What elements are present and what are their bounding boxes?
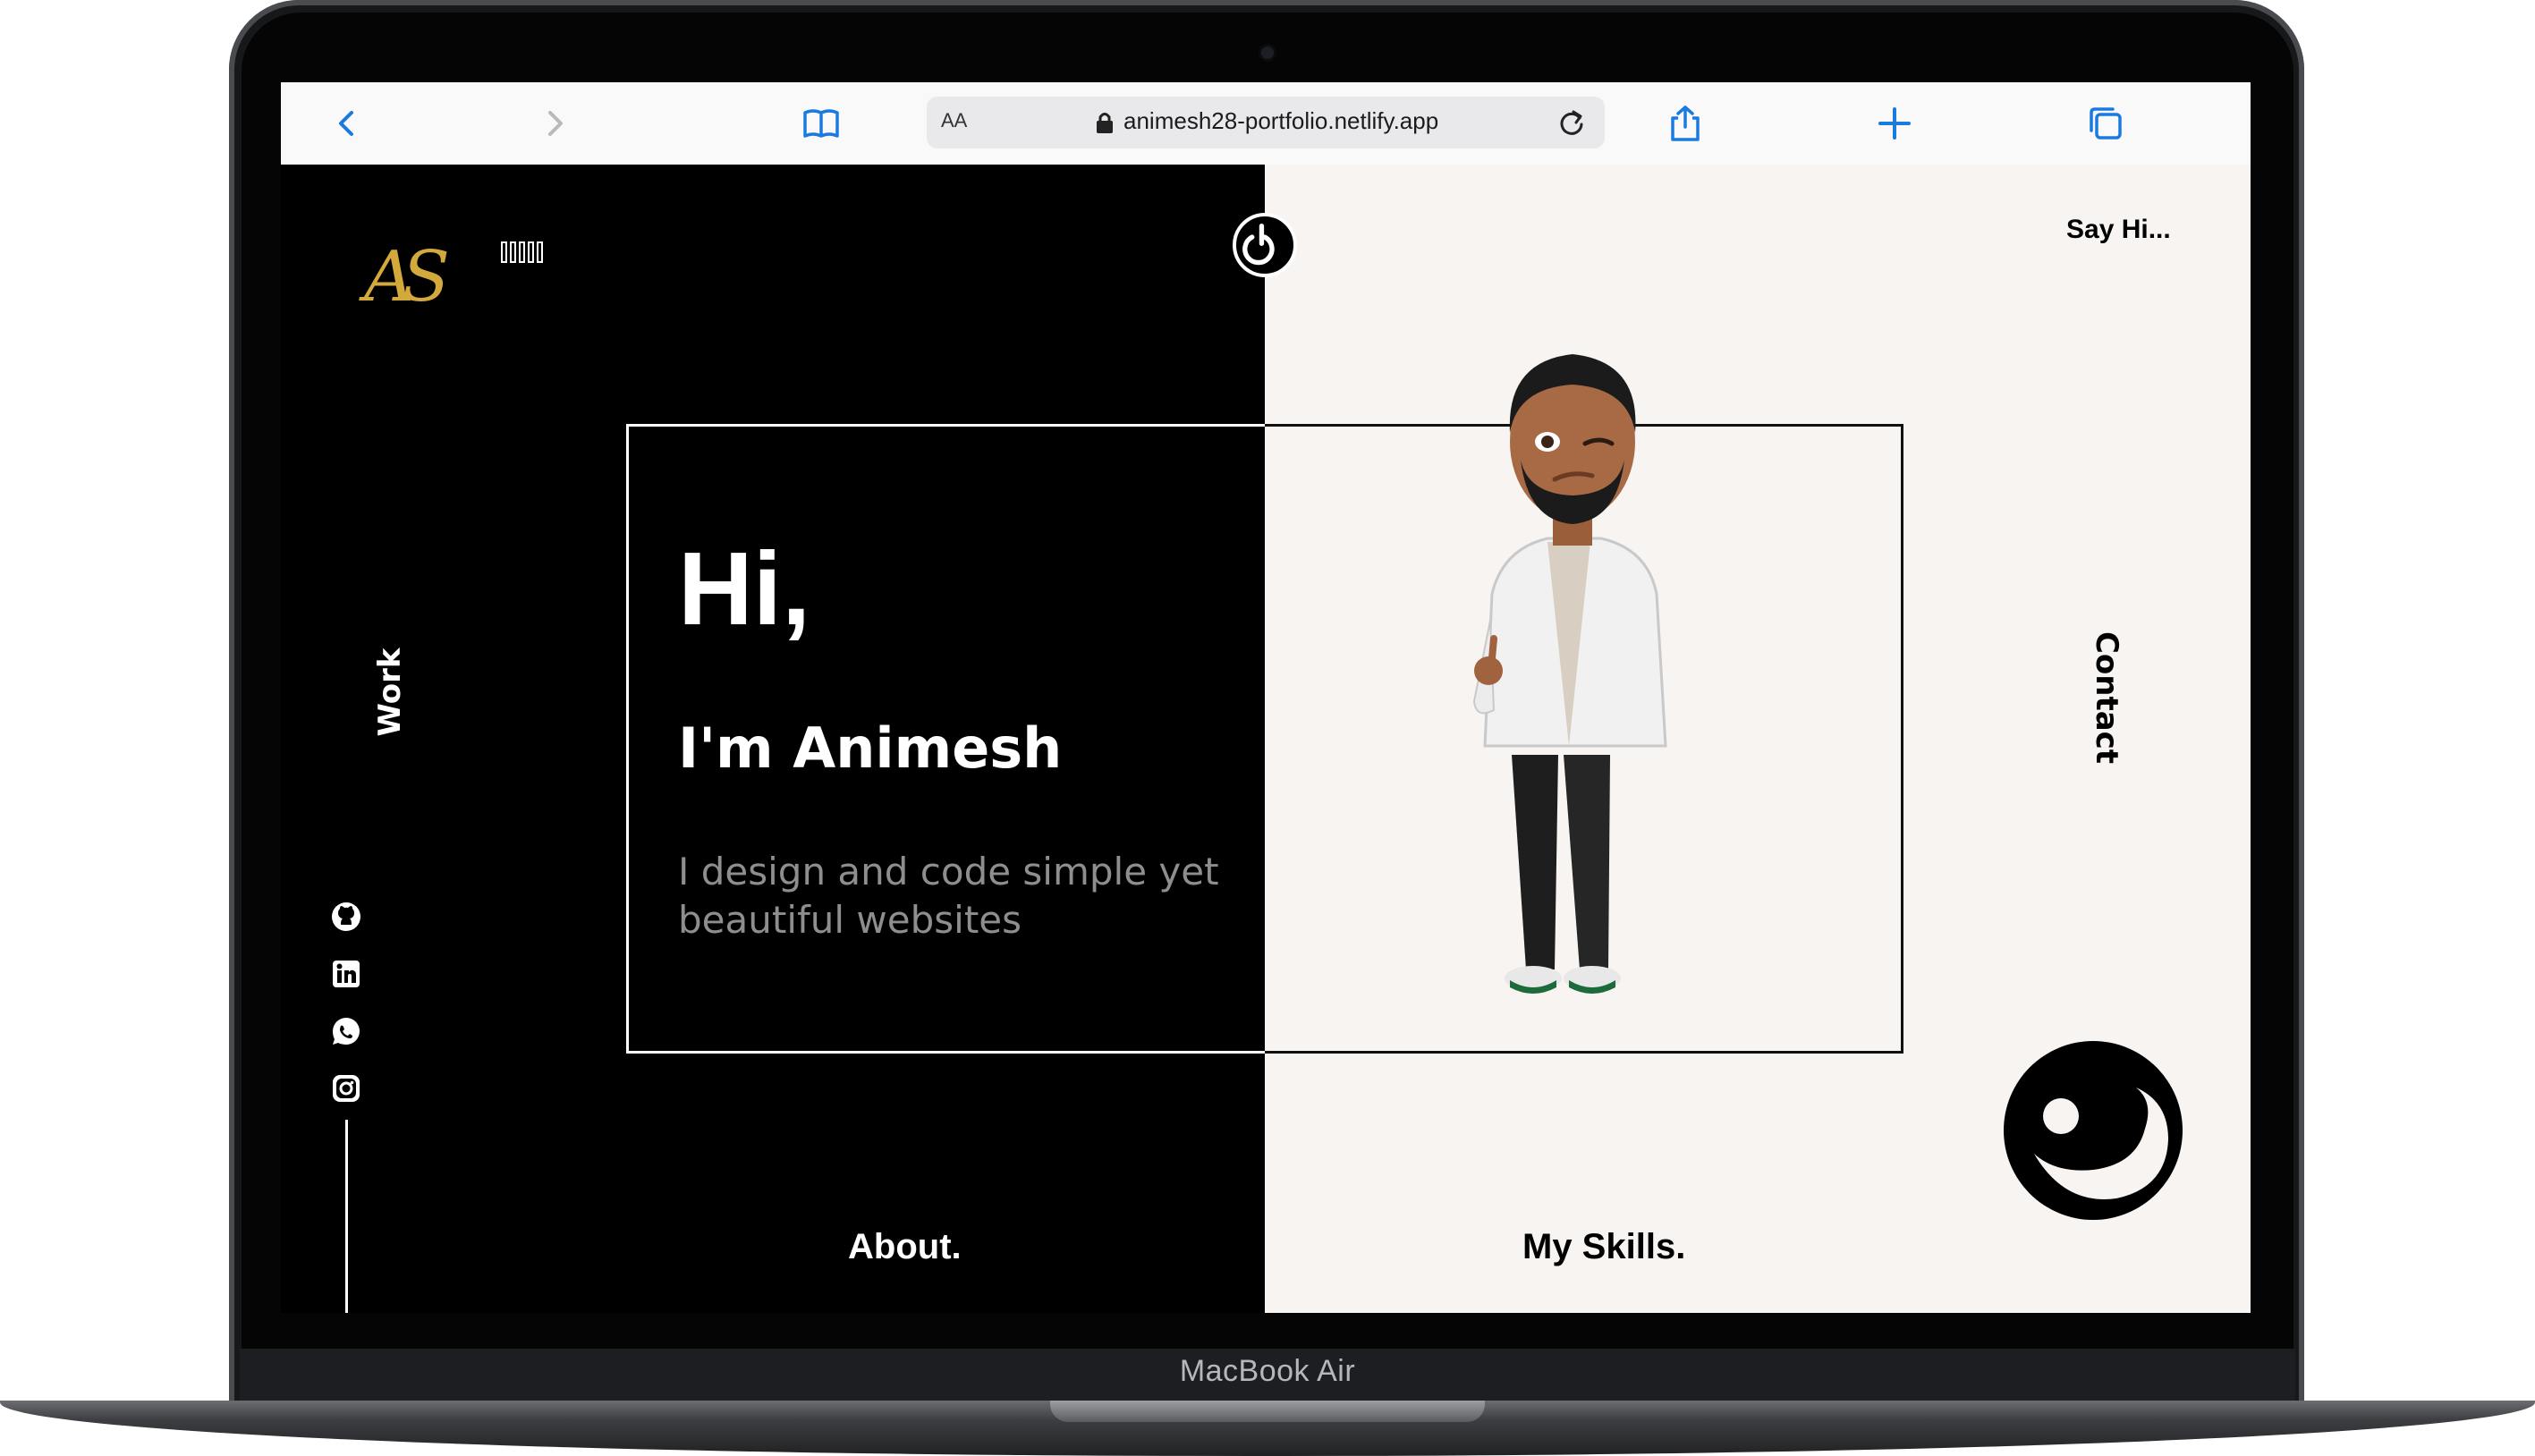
avatar-image [1472,354,1667,994]
power-icon[interactable] [1233,213,1297,277]
instagram-icon[interactable] [329,1071,363,1105]
forward-icon[interactable] [533,102,576,145]
logo-monogram: AS [364,237,450,317]
hero-tagline: I design and code simple yet beautiful w… [678,850,1219,942]
laptop-hinge [1050,1401,1485,1422]
browser-toolbar: AA animesh28-portfolio.netlify.app [281,82,2251,166]
whatsapp-icon[interactable] [329,1014,363,1048]
back-icon[interactable] [326,102,369,145]
lock-icon [1097,113,1113,133]
hero-greeting: Hi, [678,530,811,647]
yin-yang-icon[interactable] [2002,1039,2184,1222]
hero-name: I'm Animesh [678,715,1063,781]
tabs-icon[interactable] [2084,102,2127,145]
share-icon[interactable] [1664,102,1707,145]
portfolio-page: AS Say Hi... Hi, I'm Animesh I design an… [281,165,2251,1313]
about-link[interactable]: About. [848,1227,962,1267]
work-link[interactable]: Work [372,621,408,764]
reader-button[interactable]: AA [941,109,967,132]
device-label: MacBook Air [1179,1354,1356,1388]
address-bar[interactable]: AA animesh28-portfolio.netlify.app [927,97,1605,148]
new-tab-icon[interactable] [1873,102,1916,145]
url-text[interactable]: animesh28-portfolio.netlify.app [1123,107,1438,135]
camera-icon [1261,47,1274,59]
site-logo[interactable]: AS [356,225,450,329]
social-divider-line [345,1120,348,1313]
github-icon[interactable] [329,900,363,934]
reload-icon[interactable] [1556,107,1587,138]
contact-link[interactable]: Contact [2085,604,2124,791]
bookmarks-icon[interactable] [800,102,843,145]
unrendered-glyphs [501,241,543,263]
linkedin-icon[interactable] [329,957,363,991]
screen: AA animesh28-portfolio.netlify.app AS Sa… [281,82,2251,1313]
skills-link[interactable]: My Skills. [1522,1227,1685,1267]
say-hi-link[interactable]: Say Hi... [2066,215,2171,245]
